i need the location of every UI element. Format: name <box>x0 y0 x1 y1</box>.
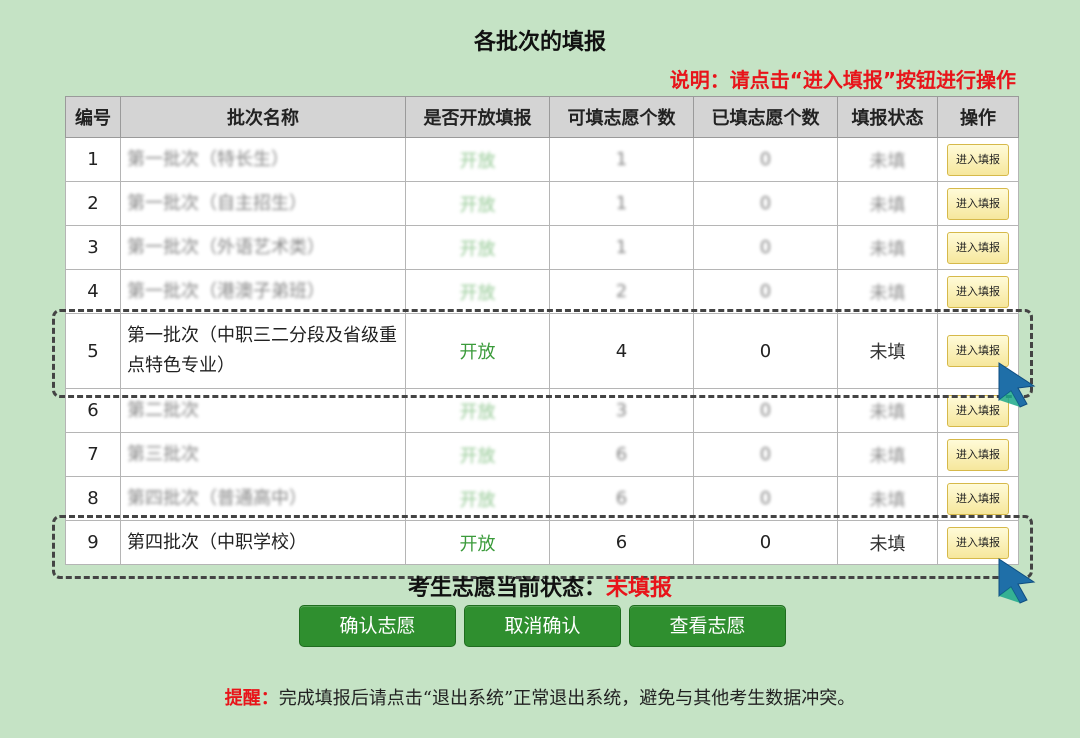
col-header-number: 编号 <box>65 96 121 138</box>
open-status: 开放 <box>405 269 550 314</box>
table-row: 6 第二批次 开放 3 0 未填 进入填报 <box>65 388 1019 433</box>
fill-status: 未填 <box>837 137 938 182</box>
status-value: 未填报 <box>606 576 673 601</box>
cursor-arrow-icon <box>998 362 1036 408</box>
action-cell: 进入填报 <box>937 181 1019 226</box>
enter-fill-button[interactable]: 进入填报 <box>947 187 1009 220</box>
table-row-highlighted: 9 第四批次（中职学校） 开放 6 0 未填 进入填报 <box>65 520 1019 565</box>
row-number: 9 <box>65 520 121 565</box>
action-buttons: 确认志愿 取消确认 查看志愿 <box>299 605 786 647</box>
enter-fill-button[interactable]: 进入填报 <box>947 482 1009 515</box>
fill-status: 未填 <box>837 181 938 226</box>
confirm-choices-button[interactable]: 确认志愿 <box>299 605 456 647</box>
table-row: 4 第一批次（港澳子弟班） 开放 2 0 未填 进入填报 <box>65 269 1019 314</box>
action-cell: 进入填报 <box>937 269 1019 314</box>
action-cell: 进入填报 <box>937 476 1019 521</box>
enter-fill-button[interactable]: 进入填报 <box>947 438 1009 471</box>
allowed-count: 6 <box>549 476 694 521</box>
allowed-count: 6 <box>549 520 694 565</box>
col-header-filled-count: 已填志愿个数 <box>693 96 838 138</box>
open-status: 开放 <box>405 137 550 182</box>
row-number: 1 <box>65 137 121 182</box>
batch-name: 第一批次（特长生） <box>120 137 406 182</box>
action-cell: 进入填报 <box>937 137 1019 182</box>
enter-fill-button[interactable]: 进入填报 <box>947 275 1009 308</box>
filled-count: 0 <box>693 181 838 226</box>
batch-name: 第一批次（中职三二分段及省级重点特色专业） <box>120 313 406 389</box>
action-cell: 进入填报 <box>937 225 1019 270</box>
table-row: 3 第一批次（外语艺术类） 开放 1 0 未填 进入填报 <box>65 225 1019 270</box>
row-number: 5 <box>65 313 121 389</box>
cancel-confirm-button[interactable]: 取消确认 <box>464 605 621 647</box>
fill-status: 未填 <box>837 313 938 389</box>
row-number: 4 <box>65 269 121 314</box>
filled-count: 0 <box>693 137 838 182</box>
filled-count: 0 <box>693 432 838 477</box>
fill-status: 未填 <box>837 476 938 521</box>
open-status: 开放 <box>405 388 550 433</box>
batch-name: 第三批次 <box>120 432 406 477</box>
fill-status: 未填 <box>837 269 938 314</box>
col-header-action: 操作 <box>937 96 1019 138</box>
open-status: 开放 <box>405 181 550 226</box>
table-row: 7 第三批次 开放 6 0 未填 进入填报 <box>65 432 1019 477</box>
view-choices-button[interactable]: 查看志愿 <box>629 605 786 647</box>
row-number: 2 <box>65 181 121 226</box>
row-number: 3 <box>65 225 121 270</box>
open-status: 开放 <box>405 313 550 389</box>
batch-name: 第一批次（自主招生） <box>120 181 406 226</box>
col-header-batch-name: 批次名称 <box>120 96 406 138</box>
filled-count: 0 <box>693 313 838 389</box>
batch-name: 第二批次 <box>120 388 406 433</box>
table-row-highlighted: 5 第一批次（中职三二分段及省级重点特色专业） 开放 4 0 未填 进入填报 <box>65 313 1019 389</box>
row-number: 8 <box>65 476 121 521</box>
status-label: 考生志愿当前状态： <box>407 576 606 601</box>
allowed-count: 1 <box>549 137 694 182</box>
batch-name: 第一批次（港澳子弟班） <box>120 269 406 314</box>
batch-name: 第一批次（外语艺术类） <box>120 225 406 270</box>
applicant-status: 考生志愿当前状态：未填报 <box>0 570 1080 602</box>
enter-fill-button[interactable]: 进入填报 <box>947 526 1009 559</box>
row-number: 7 <box>65 432 121 477</box>
allowed-count: 6 <box>549 432 694 477</box>
reminder-body: 完成填报后请点击“退出系统”正常退出系统，避免与其他考生数据冲突。 <box>278 688 856 709</box>
filled-count: 0 <box>693 225 838 270</box>
fill-status: 未填 <box>837 432 938 477</box>
enter-fill-button[interactable]: 进入填报 <box>947 143 1009 176</box>
filled-count: 0 <box>693 388 838 433</box>
page-title: 各批次的填报 <box>473 30 606 55</box>
fill-status: 未填 <box>837 520 938 565</box>
col-header-allowed-count: 可填志愿个数 <box>549 96 694 138</box>
table-row: 2 第一批次（自主招生） 开放 1 0 未填 进入填报 <box>65 181 1019 226</box>
filled-count: 0 <box>693 520 838 565</box>
fill-status: 未填 <box>837 388 938 433</box>
batch-name: 第四批次（普通高中） <box>120 476 406 521</box>
fill-status: 未填 <box>837 225 938 270</box>
action-cell: 进入填报 <box>937 432 1019 477</box>
batch-name: 第四批次（中职学校） <box>120 520 406 565</box>
col-header-status: 填报状态 <box>837 96 938 138</box>
enter-fill-button[interactable]: 进入填报 <box>947 231 1009 264</box>
open-status: 开放 <box>405 225 550 270</box>
filled-count: 0 <box>693 269 838 314</box>
instruction-note: 说明：请点击“进入填报”按钮进行操作 <box>669 68 1016 92</box>
filled-count: 0 <box>693 476 838 521</box>
row-number: 6 <box>65 388 121 433</box>
col-header-open: 是否开放填报 <box>405 96 550 138</box>
batch-table: 编号 批次名称 是否开放填报 可填志愿个数 已填志愿个数 填报状态 操作 1 第… <box>65 96 1019 565</box>
open-status: 开放 <box>405 432 550 477</box>
allowed-count: 1 <box>549 181 694 226</box>
table-row: 1 第一批次（特长生） 开放 1 0 未填 进入填报 <box>65 137 1019 182</box>
allowed-count: 1 <box>549 225 694 270</box>
table-header-row: 编号 批次名称 是否开放填报 可填志愿个数 已填志愿个数 填报状态 操作 <box>65 96 1019 138</box>
allowed-count: 3 <box>549 388 694 433</box>
open-status: 开放 <box>405 520 550 565</box>
open-status: 开放 <box>405 476 550 521</box>
reminder-label: 提醒： <box>224 688 279 709</box>
allowed-count: 2 <box>549 269 694 314</box>
allowed-count: 4 <box>549 313 694 389</box>
reminder-text: 提醒：完成填报后请点击“退出系统”正常退出系统，避免与其他考生数据冲突。 <box>0 684 1080 710</box>
table-row: 8 第四批次（普通高中） 开放 6 0 未填 进入填报 <box>65 476 1019 521</box>
